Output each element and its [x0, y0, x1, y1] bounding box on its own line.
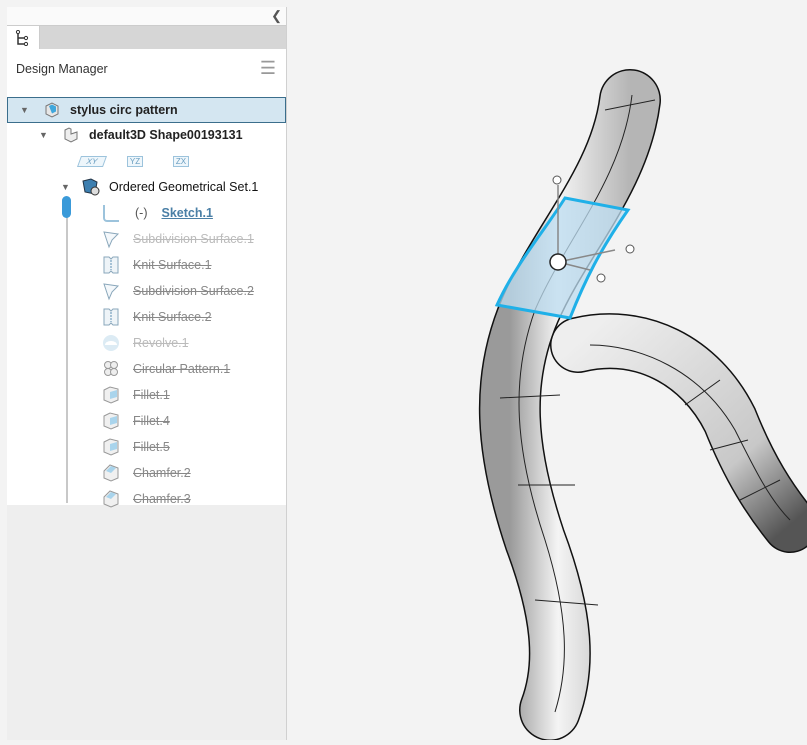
tree-item-shape[interactable]: ▼ default3D Shape00193131: [39, 123, 243, 147]
tree-item-label: stylus circ pattern: [70, 103, 178, 117]
tree-item-feature[interactable]: Fillet.5: [101, 435, 170, 459]
tree-item-label: Knit Surface.2: [133, 310, 212, 324]
tab-design-tree[interactable]: [7, 26, 40, 50]
knit-icon: [101, 307, 121, 327]
fillet-icon: [101, 385, 121, 405]
tree-item-feature[interactable]: Fillet.1: [101, 383, 170, 407]
timeline-track: [66, 203, 68, 503]
stylus-model[interactable]: [287, 7, 807, 741]
tree-item-feature[interactable]: Revolve.1: [101, 331, 189, 355]
revolve-icon: [101, 333, 121, 353]
plane-zx-icon[interactable]: ZX: [173, 155, 189, 167]
panel-title: Design Manager: [16, 62, 108, 76]
chamfer-icon: [101, 489, 121, 509]
tree-item-label: Subdivision Surface.2: [133, 284, 254, 298]
tree-item-label: Ordered Geometrical Set.1: [109, 180, 259, 194]
design-tree: Design Manager ☰ ▼ stylus circ pattern ▼…: [7, 49, 286, 508]
product-icon: [42, 100, 62, 120]
design-manager-panel: ❮ Design Manager ☰ ▼ stylus circ pattern…: [7, 7, 287, 740]
tree-item-label: Chamfer.3: [133, 492, 191, 506]
tree-item-label: Subdivision Surface.1: [133, 232, 254, 246]
tree-item-label: Fillet.4: [133, 414, 170, 428]
geoset-icon: [81, 177, 101, 197]
tree-item-label: Chamfer.2: [133, 466, 191, 480]
sketch-status: (-): [135, 206, 148, 220]
plane-row: XY YZ ZX: [76, 149, 189, 173]
knit-icon: [101, 255, 121, 275]
expand-triangle-icon[interactable]: ▼: [39, 130, 53, 140]
fillet-icon: [101, 411, 121, 431]
shape-icon: [61, 125, 81, 145]
tree-item-feature[interactable]: Knit Surface.1: [101, 253, 212, 277]
tree-item-geoset[interactable]: ▼ Ordered Geometrical Set.1: [61, 175, 258, 199]
fillet-icon: [101, 437, 121, 457]
chamfer-icon: [101, 463, 121, 483]
expand-triangle-icon[interactable]: ▼: [61, 182, 75, 192]
expand-triangle-icon[interactable]: ▼: [20, 105, 34, 115]
3d-viewport[interactable]: [287, 7, 807, 741]
hamburger-icon[interactable]: ☰: [260, 59, 276, 77]
timeline-marker-handle[interactable]: [62, 196, 71, 218]
tree-icon: [15, 30, 29, 46]
circular-pattern-icon: [101, 359, 121, 379]
tree-item-feature[interactable]: Chamfer.2: [101, 461, 191, 485]
plane-yz-icon[interactable]: YZ: [127, 155, 143, 167]
plane-xy-icon[interactable]: XY: [76, 155, 108, 167]
tree-item-feature[interactable]: Subdivision Surface.1: [101, 227, 254, 251]
tree-item-label: Revolve.1: [133, 336, 189, 350]
tree-item-root[interactable]: ▼ stylus circ pattern: [7, 97, 286, 123]
tree-item-feature[interactable]: Subdivision Surface.2: [101, 279, 254, 303]
tree-item-label: Circular Pattern.1: [133, 362, 231, 376]
subdivision-icon: [101, 229, 121, 249]
tree-item-label: default3D Shape00193131: [89, 128, 243, 142]
tree-item-label: Fillet.1: [133, 388, 170, 402]
panel-header-bar: ❮: [7, 7, 286, 26]
tree-item-label: Fillet.5: [133, 440, 170, 454]
tree-item-feature[interactable]: Fillet.4: [101, 409, 170, 433]
tree-item-feature[interactable]: Chamfer.3: [101, 487, 191, 511]
tree-item-feature[interactable]: Knit Surface.2: [101, 305, 212, 329]
tree-item-sketch[interactable]: (-) Sketch.1: [101, 201, 213, 225]
tree-item-label: Sketch.1: [161, 206, 213, 220]
panel-tab-bar: [7, 26, 286, 50]
tree-item-label: Knit Surface.1: [133, 258, 212, 272]
subdivision-icon: [101, 281, 121, 301]
tree-item-feature[interactable]: Circular Pattern.1: [101, 357, 230, 381]
sketch-icon: [101, 203, 121, 223]
chevron-left-icon[interactable]: ❮: [271, 8, 282, 24]
stylus-body: [478, 69, 807, 741]
